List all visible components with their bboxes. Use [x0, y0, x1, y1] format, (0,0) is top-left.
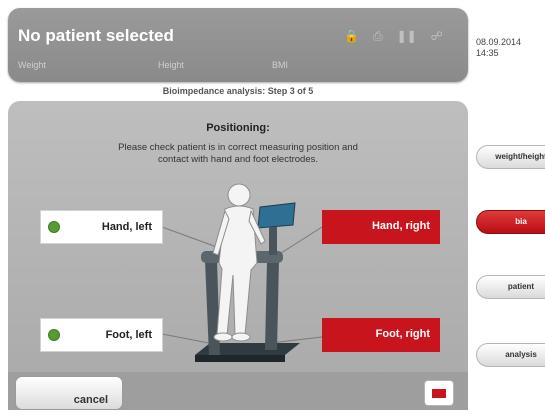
electrode-foot-right: Foot, right	[322, 318, 440, 352]
sidebar-item-label: bia	[515, 217, 527, 226]
electrode-hand-right-label: Hand, right	[371, 220, 430, 232]
patient-figure	[195, 183, 300, 362]
cancel-button[interactable]: cancel	[15, 376, 123, 410]
sidebar-item-label: patient	[507, 282, 535, 291]
sidebar-item-patient[interactable]: patient	[476, 275, 545, 299]
cancel-label: cancel	[73, 394, 108, 406]
electrode-hand-left: Hand, left	[40, 210, 163, 244]
sidebar-item-label: weight/height	[495, 152, 545, 161]
sidebar-item-analysis[interactable]: analysis	[476, 343, 545, 367]
sidebar-item-weight-height[interactable]: weight/height	[476, 145, 545, 169]
check-icon	[48, 221, 60, 233]
electrode-foot-left-label: Foot, left	[105, 329, 152, 341]
electrode-foot-right-label: Foot, right	[375, 328, 430, 340]
check-icon	[48, 329, 60, 341]
sidebar-item-label: analysis	[505, 350, 537, 359]
flag-button[interactable]	[424, 380, 454, 406]
sidebar-item-bia[interactable]: bia	[476, 210, 545, 234]
electrode-hand-right: Hand, right	[322, 210, 440, 244]
electrode-foot-left: Foot, left	[40, 318, 163, 352]
electrode-hand-left-label: Hand, left	[101, 221, 152, 233]
